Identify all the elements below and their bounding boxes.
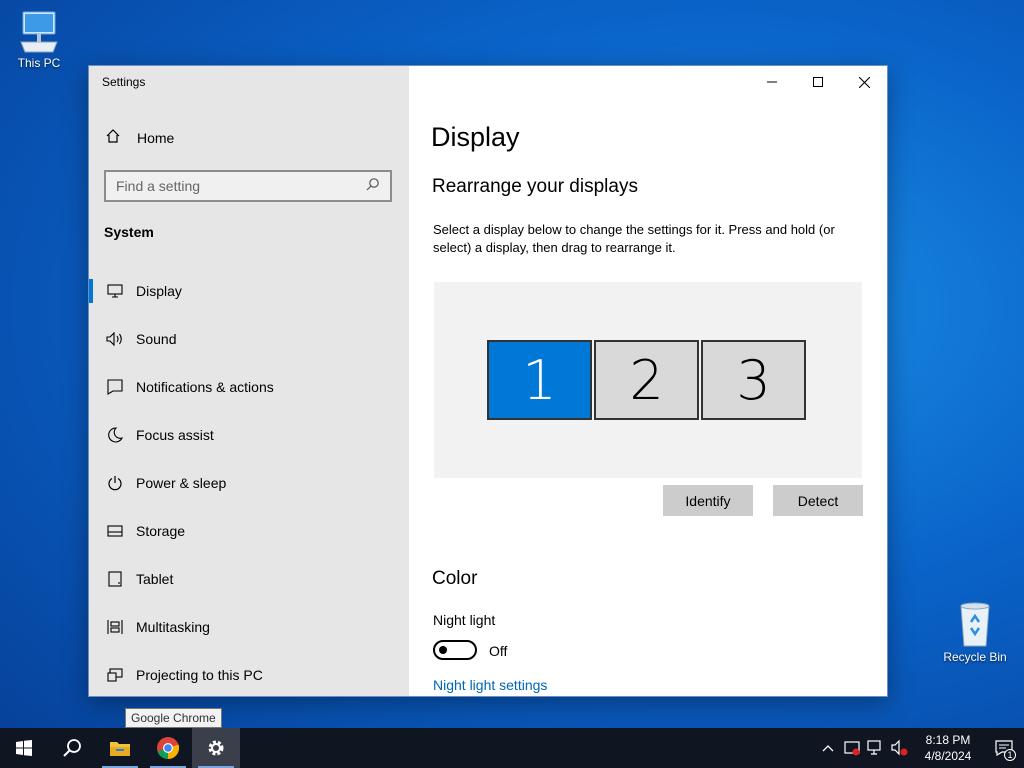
sidebar-item-focus-assist[interactable]: Focus assist [89, 411, 409, 459]
home-nav[interactable]: Home [105, 128, 174, 147]
sidebar-item-label: Multitasking [136, 619, 210, 635]
sidebar-item-power-sleep[interactable]: Power & sleep [89, 459, 409, 507]
sidebar-item-multitasking[interactable]: Multitasking [89, 603, 409, 651]
home-icon [105, 128, 125, 147]
toggle-knob [439, 646, 447, 654]
night-light-label: Night light [433, 612, 496, 628]
sidebar-nav: Display Sound Notifications & actions Fo… [89, 267, 409, 696]
sidebar-item-label: Storage [136, 523, 186, 539]
taskbar-settings[interactable] [192, 728, 240, 768]
monitor-number: 1 [522, 348, 557, 412]
clock-date: 4/8/2024 [924, 749, 972, 763]
sidebar-item-display[interactable]: Display [89, 267, 409, 315]
clock-time: 8:18 PM [925, 733, 971, 747]
tablet-icon [105, 569, 125, 589]
desktop-icon-recycle-bin[interactable]: Recycle Bin [937, 600, 1013, 664]
sidebar-item-label: Projecting to this PC [136, 667, 263, 683]
notification-icon [105, 377, 125, 397]
monitor-number: 3 [736, 348, 771, 412]
window-title: Settings [102, 75, 146, 89]
taskbar-chrome[interactable] [144, 728, 192, 768]
recycle-bin-icon [960, 602, 990, 647]
sidebar: Settings Home Find a setting System Disp… [89, 66, 409, 696]
notification-count-badge: 1 [1004, 749, 1016, 761]
page-title: Display [431, 122, 520, 152]
rearrange-description: Select a display below to change the set… [433, 222, 835, 255]
desktop-icon-this-pc[interactable]: This PC [1, 8, 77, 70]
color-heading: Color [432, 568, 478, 589]
desktop-icon-label: Recycle Bin [943, 650, 1007, 664]
tray-security[interactable] [840, 728, 864, 768]
speaker-icon [105, 329, 125, 349]
display-arrangement-area[interactable]: 1 2 3 [434, 282, 862, 478]
sidebar-item-label: Sound [136, 331, 177, 347]
sidebar-item-tablet[interactable]: Tablet [89, 555, 409, 603]
monitor-3[interactable]: 3 [701, 340, 806, 420]
start-icon [16, 740, 32, 756]
computer-icon [20, 11, 58, 53]
system-tray: 8:18 PM 4/8/2024 1 [816, 728, 1024, 768]
monitor-1[interactable]: 1 [487, 340, 592, 420]
power-icon [105, 473, 125, 493]
volume-muted-icon [891, 740, 908, 756]
tray-volume[interactable] [888, 728, 912, 768]
security-icon [844, 741, 860, 756]
show-hidden-icons-button[interactable] [816, 728, 840, 768]
multitasking-icon [105, 617, 125, 637]
search-placeholder: Find a setting [116, 178, 201, 194]
desktop-icon-label: This PC [17, 56, 61, 70]
sidebar-item-label: Focus assist [136, 427, 214, 443]
storage-icon [105, 521, 125, 541]
settings-window: Settings Home Find a setting System Disp… [88, 65, 888, 697]
network-icon [867, 740, 881, 755]
search-input[interactable]: Find a setting [104, 170, 392, 202]
sidebar-item-projecting[interactable]: Projecting to this PC [89, 651, 409, 696]
monitor-2[interactable]: 2 [594, 340, 699, 420]
sidebar-item-label: Notifications & actions [136, 379, 274, 395]
tray-network[interactable] [864, 728, 888, 768]
main-content: Display Rearrange your displays Select a… [409, 66, 887, 696]
projecting-icon [105, 665, 125, 685]
taskbar-tooltip: Google Chrome [125, 708, 222, 728]
sidebar-item-label: Tablet [136, 571, 174, 587]
taskbar: 8:18 PM 4/8/2024 1 [0, 728, 1024, 768]
monitor-icon [105, 281, 125, 301]
taskbar-file-explorer[interactable] [96, 728, 144, 768]
identify-button[interactable]: Identify [663, 485, 753, 516]
moon-icon [105, 425, 125, 445]
sidebar-item-label: Power & sleep [136, 475, 227, 491]
sidebar-item-label: Display [136, 283, 182, 299]
file-explorer-icon [110, 742, 130, 756]
search-icon [63, 739, 81, 757]
search-icon [366, 177, 380, 196]
sidebar-item-storage[interactable]: Storage [89, 507, 409, 555]
night-light-toggle[interactable] [433, 640, 477, 660]
action-center-button[interactable]: 1 [984, 728, 1024, 768]
start-button[interactable] [0, 728, 48, 768]
taskbar-clock[interactable]: 8:18 PM 4/8/2024 [912, 732, 984, 764]
detect-button[interactable]: Detect [773, 485, 863, 516]
night-light-settings-link[interactable]: Night light settings [433, 677, 547, 693]
section-heading: System [104, 224, 154, 240]
chrome-icon [157, 737, 180, 760]
sidebar-item-sound[interactable]: Sound [89, 315, 409, 363]
monitor-number: 2 [629, 348, 664, 412]
night-light-state: Off [489, 643, 508, 659]
chevron-up-icon [822, 745, 834, 752]
taskbar-search-button[interactable] [48, 728, 96, 768]
rearrange-heading: Rearrange your displays [432, 176, 638, 197]
sidebar-item-notifications[interactable]: Notifications & actions [89, 363, 409, 411]
settings-icon [208, 740, 224, 756]
home-label: Home [137, 129, 175, 146]
